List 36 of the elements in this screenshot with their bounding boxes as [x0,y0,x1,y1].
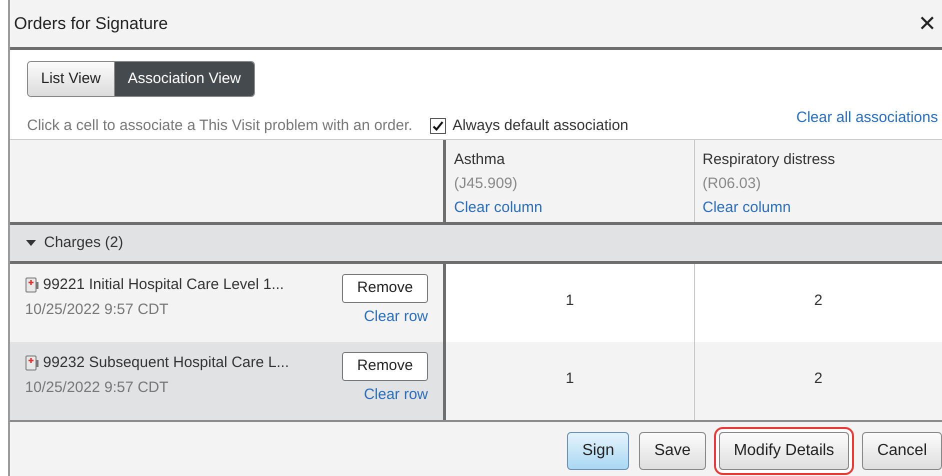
order-row[interactable]: 99232 Subsequent Hospital Care L... 10/25/2022 9:57 CDT Remove Clear row 1 2 [10,342,942,420]
clear-all-link[interactable]: Clear all associations [796,106,938,129]
group-header[interactable]: Charges (2) [10,225,942,264]
dialog-button[interactable]: Cancel [862,432,942,470]
problem-code: (R06.03) [702,174,761,194]
order-name: 99221 Initial Hospital Care Level 1... [43,275,284,295]
order-name: 99232 Subsequent Hospital Care L... [43,353,289,373]
clear-column-link[interactable]: Clear column [702,196,791,220]
view-tab[interactable]: Association View [114,62,254,96]
close-button[interactable]: ✕ [918,12,936,34]
clear-column-link[interactable]: Clear column [454,196,542,220]
order-row[interactable]: 99221 Initial Hospital Care Level 1... 10/25/2022 9:57 CDT Remove Clear row 1 2 [10,264,942,342]
window-title: Orders for Signature [14,12,168,35]
association-value[interactable]: 1 [566,290,574,312]
dialog-button[interactable]: Save [639,432,706,470]
view-tab[interactable]: List View [28,62,115,96]
dialog-button[interactable]: Sign [567,432,630,470]
caret-down-icon [26,240,36,246]
association-value[interactable]: 2 [814,368,822,390]
instruction-text: Click a cell to associate a This Visit problem with an order. [27,116,412,136]
checkbox-label: Always default association [452,116,628,136]
order-time: 10/25/2022 9:57 CDT [25,378,168,398]
order-document-icon [25,277,39,294]
remove-button[interactable]: Remove [342,274,428,303]
association-value[interactable]: 2 [814,290,822,312]
problem-code: (J45.909) [454,174,518,194]
order-time: 10/25/2022 9:57 CDT [25,300,168,320]
remove-button[interactable]: Remove [342,352,428,381]
order-document-icon [25,355,39,372]
problem-name: Asthma [454,150,505,170]
clear-row-link[interactable]: Clear row [364,384,428,406]
problem-name: Respiratory distress [702,150,836,170]
clear-row-link[interactable]: Clear row [364,306,428,328]
checkbox[interactable] [430,118,446,134]
association-value[interactable]: 1 [566,368,574,390]
group-label: Charges (2) [44,232,124,253]
